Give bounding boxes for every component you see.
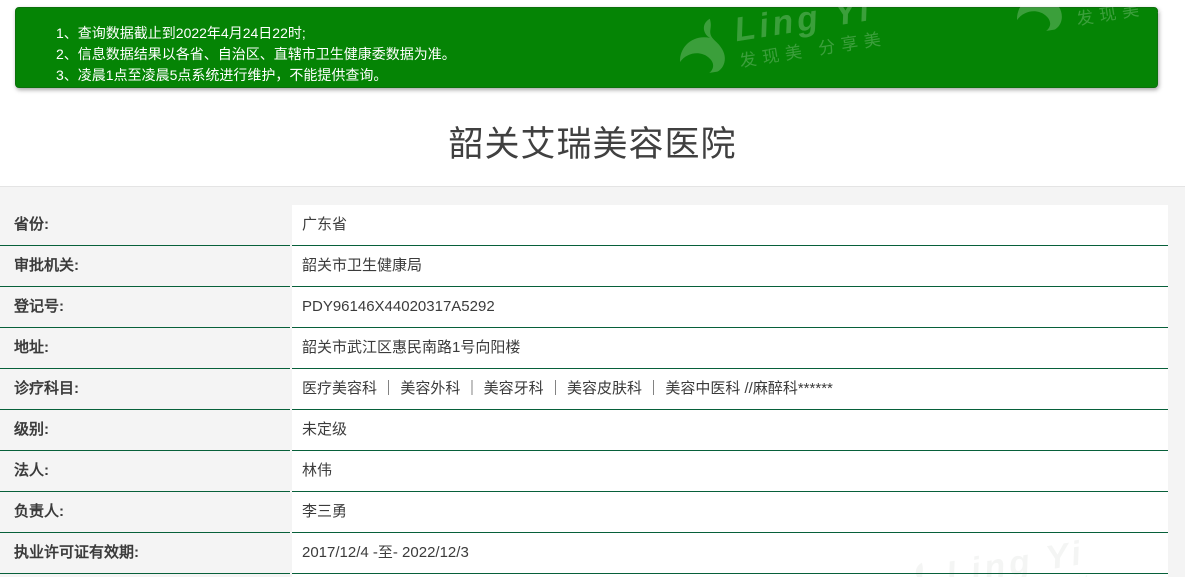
row-value: PDY96146X44020317A5292 — [292, 287, 1168, 328]
row-label: 执业许可证有效期: — [0, 533, 290, 574]
table-row-address: 地址: 韶关市武江区惠民南路1号向阳楼 — [0, 328, 1168, 369]
row-label: 登记号: — [0, 287, 290, 328]
row-value: 医疗美容科 ｜ 美容外科 ｜ 美容牙科 ｜ 美容皮肤科 ｜ 美容中医科 //麻醉… — [292, 369, 1168, 410]
table-row-legal-person: 法人: 林伟 — [0, 451, 1168, 492]
row-label: 诊疗科目: — [0, 369, 290, 410]
notice-line-1: 1、查询数据截止到2022年4月24日22时; — [56, 23, 1157, 44]
row-value: 未定级 — [292, 410, 1168, 451]
row-value: 2017/12/4 -至- 2022/12/3 — [292, 533, 1168, 574]
table-row-level: 级别: 未定级 — [0, 410, 1168, 451]
row-label: 法人: — [0, 451, 290, 492]
notice-banner: 1、查询数据截止到2022年4月24日22时; 2、信息数据结果以各省、自治区、… — [15, 7, 1158, 88]
notice-line-2: 2、信息数据结果以各省、自治区、直辖市卫生健康委数据为准。 — [56, 44, 1157, 65]
row-value: 李三勇 — [292, 492, 1168, 533]
table-row-province: 省份: 广东省 — [0, 205, 1168, 246]
query-result-page: 1、查询数据截止到2022年4月24日22时; 2、信息数据结果以各省、自治区、… — [0, 0, 1185, 577]
table-row-registration-number: 登记号: PDY96146X44020317A5292 — [0, 287, 1168, 328]
table-row-approval-authority: 审批机关: 韶关市卫生健康局 — [0, 246, 1168, 287]
table-section: 省份: 广东省 审批机关: 韶关市卫生健康局 登记号: PDY96146X440… — [0, 187, 1185, 577]
row-label: 级别: — [0, 410, 290, 451]
row-label: 省份: — [0, 205, 290, 246]
row-label: 审批机关: — [0, 246, 290, 287]
table-row-license-validity: 执业许可证有效期: 2017/12/4 -至- 2022/12/3 — [0, 533, 1168, 574]
page-title: 韶关艾瑞美容医院 — [0, 123, 1185, 167]
table-row-departments: 诊疗科目: 医疗美容科 ｜ 美容外科 ｜ 美容牙科 ｜ 美容皮肤科 ｜ 美容中医… — [0, 369, 1168, 410]
row-label: 地址: — [0, 328, 290, 369]
row-value: 林伟 — [292, 451, 1168, 492]
row-value: 韶关市卫生健康局 — [292, 246, 1168, 287]
table-row-person-in-charge: 负责人: 李三勇 — [0, 492, 1168, 533]
row-label: 负责人: — [0, 492, 290, 533]
row-value: 广东省 — [292, 205, 1168, 246]
info-table: 省份: 广东省 审批机关: 韶关市卫生健康局 登记号: PDY96146X440… — [0, 205, 1168, 577]
watermark-brand: Ling Yi — [1069, 0, 1185, 5]
row-value: 韶关市武江区惠民南路1号向阳楼 — [292, 328, 1168, 369]
notice-line-3: 3、凌晨1点至凌晨5点系统进行维护，不能提供查询。 — [56, 65, 1157, 86]
